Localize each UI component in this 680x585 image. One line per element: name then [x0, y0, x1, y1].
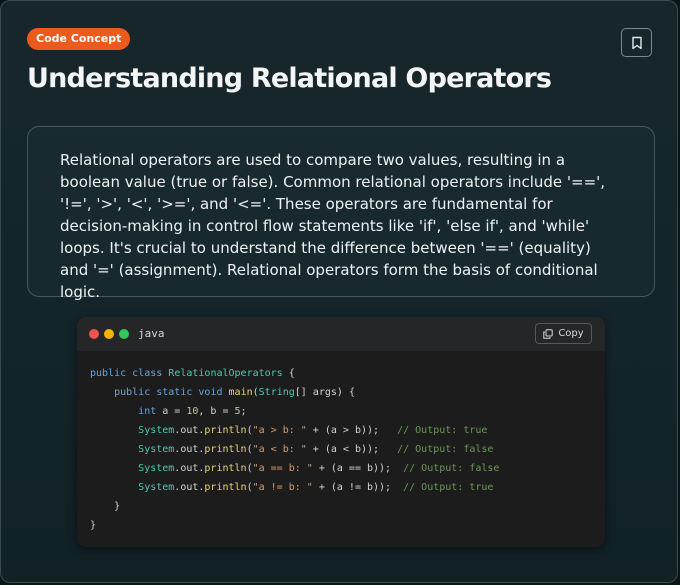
code-line: System.out.println("a < b: " + (a < b));…: [138, 444, 494, 455]
concept-card: Code Concept Understanding Relational Op…: [0, 0, 678, 583]
red-dot-icon: [89, 329, 99, 339]
code-line: public static void main(String[] args) {: [114, 387, 355, 398]
green-dot-icon: [119, 329, 129, 339]
description-text: Relational operators are used to compare…: [60, 151, 606, 301]
code-line: System.out.println("a == b: " + (a == b)…: [138, 463, 500, 474]
code-language-label: java: [138, 327, 165, 340]
bookmark-icon: [631, 36, 642, 49]
code-line: int a = 10, b = 5;: [138, 406, 247, 417]
copy-button[interactable]: Copy: [535, 323, 592, 344]
copy-icon: [543, 328, 554, 339]
code-header: java Copy: [77, 317, 605, 351]
yellow-dot-icon: [104, 329, 114, 339]
category-badge: Code Concept: [27, 28, 131, 50]
code-line: System.out.println("a > b: " + (a > b));…: [138, 425, 488, 436]
copy-button-label: Copy: [558, 328, 584, 339]
bookmark-button[interactable]: [621, 28, 652, 57]
code-line: public class RelationalOperators {: [90, 368, 295, 379]
code-line: System.out.println("a != b: " + (a != b)…: [138, 482, 494, 493]
page-title: Understanding Relational Operators: [27, 63, 552, 94]
code-content: public class RelationalOperators { publi…: [90, 364, 499, 535]
code-line: }: [90, 501, 121, 512]
description-box: Relational operators are used to compare…: [27, 126, 655, 301]
code-block: java Copy public class RelationalOperato…: [77, 317, 605, 547]
code-line: }: [90, 520, 97, 531]
